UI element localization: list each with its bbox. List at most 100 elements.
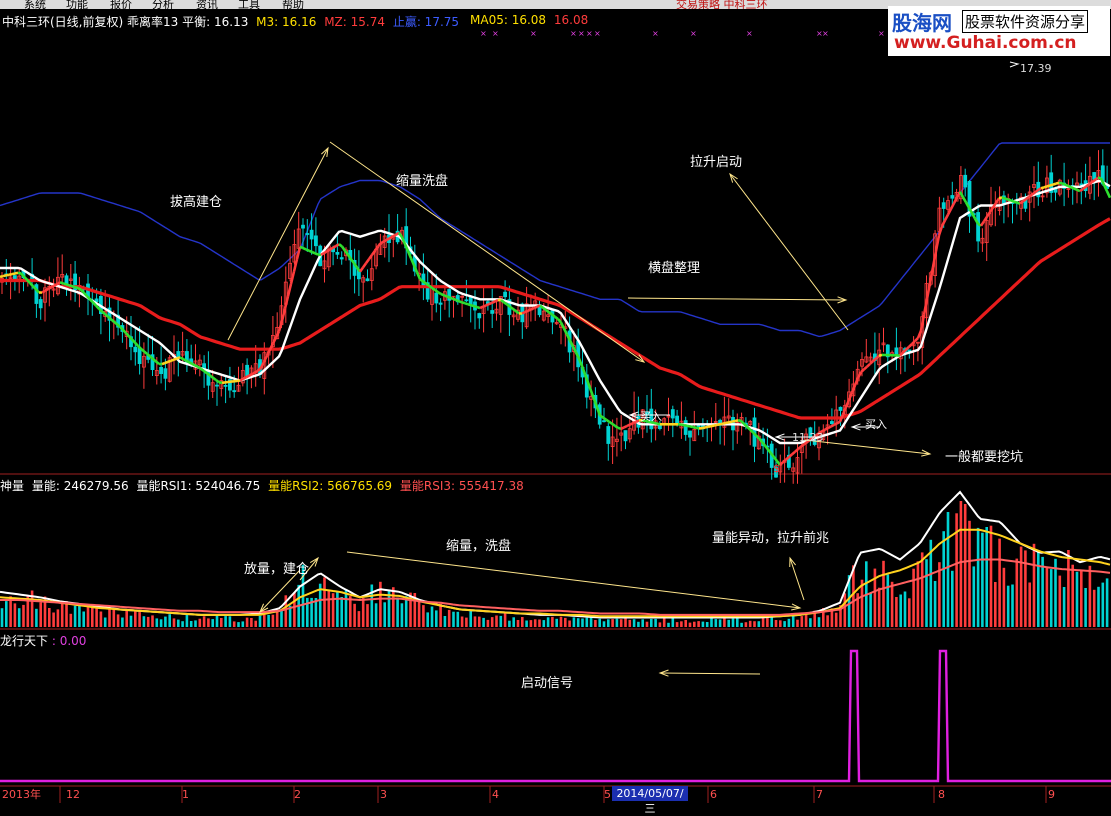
ma-short-line <box>1050 185 1053 186</box>
volume-bar <box>783 621 786 627</box>
logo-url: www.Guhai.com.cn <box>894 33 1077 53</box>
volume-bar <box>117 614 120 627</box>
volume-header: 神量 量能: 246279.56 量能RSI1: 524046.75 量能RSI… <box>0 477 524 494</box>
volume-bar <box>779 620 782 627</box>
ma-short-line <box>459 301 462 302</box>
ma-short-line <box>912 341 915 344</box>
ma-short-line <box>684 425 687 426</box>
signal-dot: × <box>746 29 753 38</box>
signal-line <box>0 651 1111 781</box>
volume-bar <box>534 619 537 627</box>
ma-short-line <box>432 288 435 290</box>
menu-item[interactable]: 报价 <box>110 0 132 9</box>
ma-short-line <box>1074 189 1077 190</box>
volume-value: 量能: 246279.56 <box>32 479 129 493</box>
volume-bar <box>964 504 967 627</box>
ma-short-line <box>342 246 345 250</box>
volume-bar <box>525 621 528 628</box>
x-tick-label: 6 <box>710 788 717 801</box>
volume-bar <box>1102 583 1105 627</box>
watermark-logo: 股海网 股票软件资源分享 www.Guhai.com.cn <box>888 6 1110 56</box>
candle-body <box>138 348 141 364</box>
annotation-arrow-head <box>321 148 328 157</box>
volume-bar <box>104 618 107 628</box>
ma-short-line <box>384 240 387 242</box>
signal-dot: × <box>652 29 659 38</box>
ma-short-line <box>711 426 714 427</box>
ma-short-line <box>615 426 618 428</box>
volume-bar <box>1097 587 1100 627</box>
volume-bar <box>770 617 773 627</box>
ma-short-line <box>306 249 309 250</box>
rsi1-value: 量能RSI1: 524046.75 <box>136 479 260 493</box>
ma-short-line <box>867 364 870 367</box>
volume-bar <box>710 618 713 627</box>
ma-short-line <box>831 425 834 427</box>
ma05-header: MA05: 16.08 16.08 <box>470 13 588 27</box>
volume-bar <box>1084 588 1087 627</box>
ma-short-line <box>846 400 849 407</box>
volume-bar <box>1020 547 1023 627</box>
volume-bar <box>70 614 73 627</box>
volume-bar <box>835 613 838 627</box>
ma-short-line <box>9 274 12 275</box>
volume-bar <box>564 618 567 627</box>
menu-item[interactable]: 帮助 <box>282 0 304 9</box>
volume-bar <box>629 620 632 627</box>
ma-short-line <box>540 306 543 308</box>
volume-bar <box>985 527 988 627</box>
ma-short-line <box>441 294 444 295</box>
volume-bars <box>1 501 1109 627</box>
ma-short-line <box>198 367 201 369</box>
ma-short-line <box>858 372 861 378</box>
ma-short-line <box>690 426 693 427</box>
volume-bar <box>138 612 141 627</box>
ma-short-line <box>834 423 837 425</box>
menu-item[interactable]: 工具 <box>238 0 260 9</box>
volume-bar <box>254 621 257 627</box>
candle-body <box>964 175 967 187</box>
volume-bar <box>680 621 683 627</box>
volume-bar <box>1106 578 1109 627</box>
volume-bar <box>753 621 756 627</box>
ma-short-line <box>621 427 624 428</box>
ma-short-line <box>195 365 198 367</box>
ma-short-line <box>6 275 9 276</box>
volume-bar <box>603 621 606 627</box>
ma-short-line <box>687 426 690 427</box>
volume-bar <box>581 619 584 628</box>
volume-bar <box>990 526 993 627</box>
volume-bar <box>1093 590 1096 627</box>
annotation-text: 一般都要挖坑 <box>945 449 1023 465</box>
ma-short-line <box>192 364 195 366</box>
volume-bar <box>14 603 17 627</box>
volume-bar <box>577 618 580 627</box>
ma-short-line <box>801 444 804 446</box>
indicator-name: 乖离率13 <box>127 15 178 29</box>
volume-bar <box>745 622 748 627</box>
volume-bar <box>869 593 872 627</box>
candle-body <box>39 300 42 308</box>
candle-body <box>951 196 954 199</box>
banner-text: 交易策略 中科三环 <box>676 0 768 9</box>
volume-bar <box>405 596 408 627</box>
ma-short-line <box>1047 186 1050 187</box>
ma-short-line <box>963 197 966 202</box>
menu-item[interactable]: 功能 <box>66 0 88 9</box>
volume-bar <box>57 609 60 627</box>
ma-short-line <box>309 251 312 252</box>
candle-body <box>314 236 317 246</box>
rsi2-value: 量能RSI2: 566765.69 <box>268 479 392 493</box>
volume-bar <box>108 607 111 627</box>
candle-body <box>830 422 833 424</box>
menu-item[interactable]: 分析 <box>152 0 174 9</box>
volume-bar <box>82 612 85 628</box>
price-high-label: 17.39 <box>1020 62 1052 75</box>
menu-item[interactable]: 资讯 <box>196 0 218 9</box>
volume-bar <box>1016 559 1019 627</box>
menu-item[interactable]: 系统 <box>24 0 46 9</box>
volume-bar <box>95 607 98 627</box>
x-tick-label: 9 <box>1048 788 1055 801</box>
volume-bar <box>1037 551 1040 627</box>
volume-bar <box>336 591 339 627</box>
